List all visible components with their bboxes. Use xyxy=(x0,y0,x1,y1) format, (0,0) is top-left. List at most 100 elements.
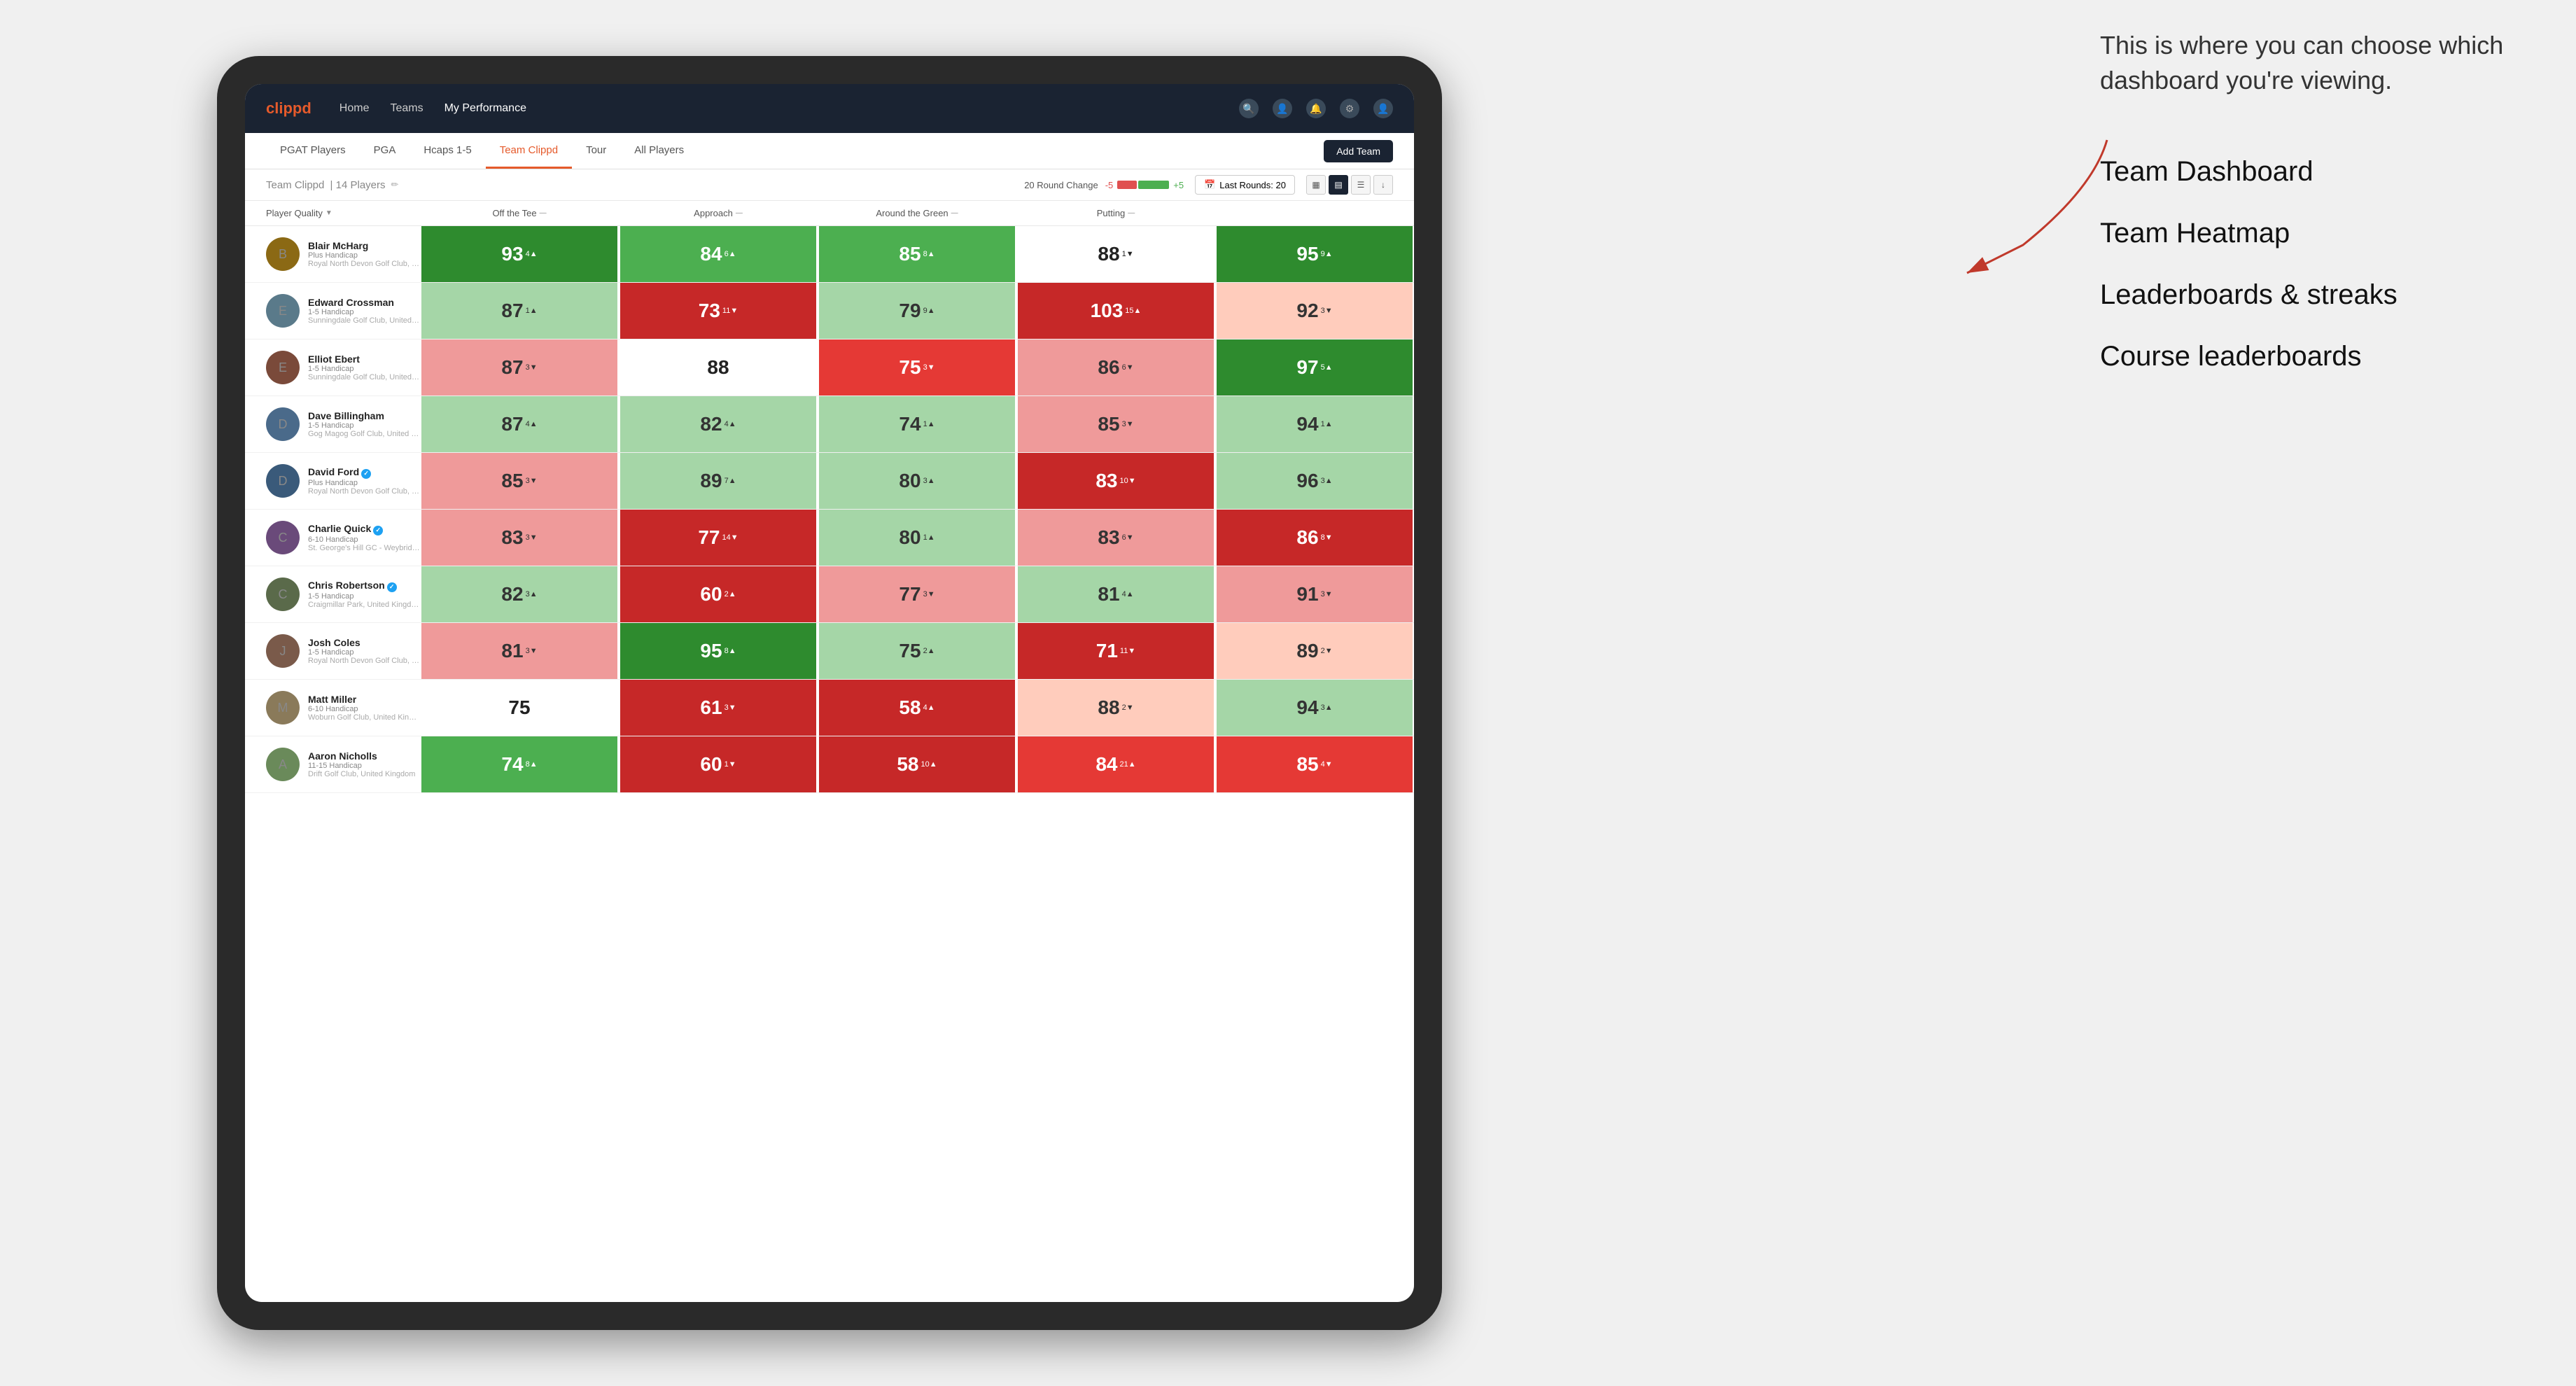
profile-icon[interactable]: 👤 xyxy=(1273,99,1292,118)
subnav-tab-pgat-players[interactable]: PGAT Players xyxy=(266,133,360,169)
score-cell-putting: 923▼ xyxy=(1217,283,1413,339)
search-icon[interactable]: 🔍 xyxy=(1239,99,1259,118)
score-change: 6▼ xyxy=(1122,533,1134,542)
score-change: 2▲ xyxy=(724,590,736,598)
table-row[interactable]: CChris Robertson✓1-5 HandicapCraigmillar… xyxy=(245,566,1414,623)
score-change: 1▲ xyxy=(526,307,538,315)
team-header-bar: Team Clippd | 14 Players ✏ 20 Round Chan… xyxy=(245,169,1414,201)
add-team-button[interactable]: Add Team xyxy=(1324,140,1393,162)
score-change: 2▼ xyxy=(1122,704,1134,712)
score-value: 82 xyxy=(501,583,523,606)
score-cell-around: 853▼ xyxy=(1018,396,1214,452)
score-cell-tee: 7714▼ xyxy=(620,510,816,566)
arrow-up-icon: ▲ xyxy=(1325,363,1333,372)
user-avatar-icon[interactable]: 👤 xyxy=(1373,99,1393,118)
player-details: Edward Crossman1-5 HandicapSunningdale G… xyxy=(308,297,420,325)
score-cell-putting: 892▼ xyxy=(1217,623,1413,679)
player-club: Royal North Devon Golf Club, United King… xyxy=(308,260,420,268)
table-row[interactable]: JJosh Coles1-5 HandicapRoyal North Devon… xyxy=(245,623,1414,680)
arrow-up-icon: ▲ xyxy=(530,307,538,315)
score-change: 3▼ xyxy=(724,704,736,712)
score-change: 3▼ xyxy=(1122,420,1134,428)
player-info-cell: JJosh Coles1-5 HandicapRoyal North Devon… xyxy=(266,627,420,675)
player-name: Charlie Quick✓ xyxy=(308,523,420,536)
score-value: 83 xyxy=(501,526,523,549)
score-change: 4▲ xyxy=(923,704,935,712)
table-row[interactable]: EElliot Ebert1-5 HandicapSunningdale Gol… xyxy=(245,340,1414,396)
subnav-tab-all-players[interactable]: All Players xyxy=(620,133,698,169)
player-name: Matt Miller xyxy=(308,694,420,705)
arrow-up-icon: ▲ xyxy=(530,590,538,598)
arrow-up-icon: ▲ xyxy=(530,250,538,258)
score-value: 74 xyxy=(899,413,920,435)
score-value: 84 xyxy=(1096,753,1117,776)
view-toggle: ▦ ▤ ☰ ↓ xyxy=(1306,175,1393,195)
arrow-down-icon: ▼ xyxy=(530,477,538,485)
score-cell-putting: 975▲ xyxy=(1217,340,1413,396)
score-cell-tee: 7311▼ xyxy=(620,283,816,339)
subnav-tab-pga[interactable]: PGA xyxy=(360,133,410,169)
score-change: 4▲ xyxy=(724,420,736,428)
last-rounds-button[interactable]: 📅 Last Rounds: 20 xyxy=(1195,175,1295,195)
score-value: 77 xyxy=(698,526,720,549)
col-header-putting[interactable]: Putting — xyxy=(1016,201,1215,225)
score-cell-putting: 913▼ xyxy=(1217,566,1413,622)
table-row[interactable]: BBlair McHargPlus HandicapRoyal North De… xyxy=(245,226,1414,283)
player-details: Dave Billingham1-5 HandicapGog Magog Gol… xyxy=(308,410,420,438)
approach-sort-icon: — xyxy=(736,209,743,217)
score-change: 3▼ xyxy=(923,590,935,598)
subnav-tab-tour[interactable]: Tour xyxy=(572,133,620,169)
col-header-approach[interactable]: Approach — xyxy=(619,201,818,225)
score-value: 91 xyxy=(1296,583,1318,606)
score-cell-quality: 934▲ xyxy=(421,226,617,282)
score-cell-tee: 958▲ xyxy=(620,623,816,679)
score-value: 80 xyxy=(899,470,920,492)
score-change: 3▼ xyxy=(526,647,538,655)
navbar-link[interactable]: My Performance xyxy=(444,102,526,115)
col-header-player[interactable]: Player Quality xyxy=(266,201,420,225)
col-header-around[interactable]: Around the Green — xyxy=(818,201,1016,225)
grid-view-icon[interactable]: ▦ xyxy=(1306,175,1326,195)
score-change: 7▲ xyxy=(724,477,736,485)
table-row[interactable]: DDavid Ford✓Plus HandicapRoyal North Dev… xyxy=(245,453,1414,510)
score-change: 6▲ xyxy=(724,250,736,258)
score-change: 2▲ xyxy=(923,647,935,655)
table-row[interactable]: AAaron Nicholls11-15 HandicapDrift Golf … xyxy=(245,736,1414,793)
score-change: 8▼ xyxy=(1321,533,1333,542)
settings-icon[interactable]: ⚙ xyxy=(1340,99,1359,118)
table-row[interactable]: EEdward Crossman1-5 HandicapSunningdale … xyxy=(245,283,1414,340)
player-info-cell: MMatt Miller6-10 HandicapWoburn Golf Clu… xyxy=(266,684,420,732)
table-row[interactable]: MMatt Miller6-10 HandicapWoburn Golf Clu… xyxy=(245,680,1414,736)
tee-sort-icon: — xyxy=(540,209,547,217)
brand-logo[interactable]: clippd xyxy=(266,99,312,118)
score-change: 3▼ xyxy=(526,477,538,485)
score-value: 95 xyxy=(1296,243,1318,265)
navbar-link[interactable]: Home xyxy=(340,102,370,115)
tablet-screen: clippd Home Teams My Performance 🔍 👤 🔔 ⚙ 👤… xyxy=(245,84,1414,1302)
navbar: clippd Home Teams My Performance 🔍 👤 🔔 ⚙ 👤 xyxy=(245,84,1414,133)
heatmap-view-icon[interactable]: ▤ xyxy=(1329,175,1348,195)
navbar-link[interactable]: Teams xyxy=(390,102,423,115)
export-icon[interactable]: ↓ xyxy=(1373,175,1393,195)
list-view-icon[interactable]: ☰ xyxy=(1351,175,1371,195)
table-row[interactable]: DDave Billingham1-5 HandicapGog Magog Go… xyxy=(245,396,1414,453)
subnav-tab-hcaps-1-5[interactable]: Hcaps 1-5 xyxy=(410,133,485,169)
annotation-area: This is where you can choose which dashb… xyxy=(2100,28,2520,387)
arrow-up-icon: ▲ xyxy=(1126,590,1134,598)
score-value: 60 xyxy=(700,583,722,606)
score-value: 85 xyxy=(1098,413,1119,435)
score-cell-quality: 833▼ xyxy=(421,510,617,566)
round-change-bar xyxy=(1117,181,1169,189)
score-cell-tee: 88 xyxy=(620,340,816,396)
subnav-tab-team-clippd[interactable]: Team Clippd xyxy=(486,133,572,169)
table-row[interactable]: CCharlie Quick✓6-10 HandicapSt. George's… xyxy=(245,510,1414,566)
score-cell-around: 7111▼ xyxy=(1018,623,1214,679)
edit-team-icon[interactable]: ✏ xyxy=(391,179,399,190)
score-change: 8▲ xyxy=(526,760,538,769)
bell-icon[interactable]: 🔔 xyxy=(1306,99,1326,118)
score-change: 3▲ xyxy=(923,477,935,485)
col-header-tee[interactable]: Off the Tee — xyxy=(420,201,619,225)
score-change: 11▼ xyxy=(722,307,738,315)
player-club: Drift Golf Club, United Kingdom xyxy=(308,770,420,778)
score-cell-around: 866▼ xyxy=(1018,340,1214,396)
